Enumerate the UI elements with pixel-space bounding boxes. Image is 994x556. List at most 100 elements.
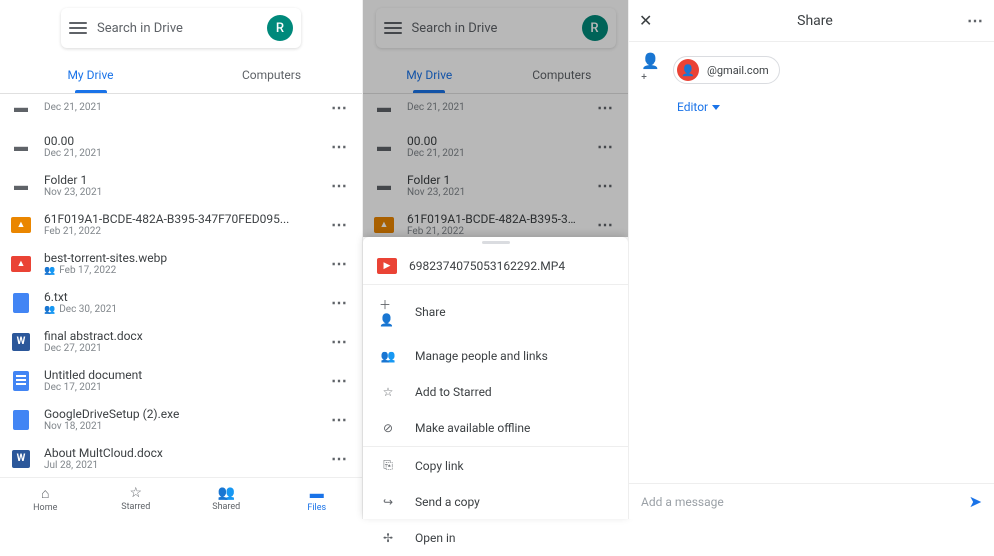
file-info: Dec 21, 2021 xyxy=(44,102,315,113)
sheet-send-copy[interactable]: ↪Send a copy xyxy=(363,484,628,520)
image-icon: ▲ xyxy=(11,217,31,233)
text-file-icon xyxy=(13,293,29,313)
file-row[interactable]: Wfinal abstract.docxDec 27, 2021⋯ xyxy=(0,322,362,361)
nav-files[interactable]: ▬Files xyxy=(272,478,363,519)
more-icon[interactable]: ⋯ xyxy=(967,11,984,30)
more-icon[interactable]: ⋯ xyxy=(327,445,352,472)
sheet-open-in[interactable]: ✢Open in xyxy=(363,520,628,556)
recipient-chip[interactable]: 👤 @gmail.com xyxy=(673,56,780,84)
file-row[interactable]: ▲ best-torrent-sites.webp👥 Feb 17, 2022 ⋯ xyxy=(0,244,362,283)
file-info: 00.00Dec 21, 2021 xyxy=(44,134,315,159)
nav-shared[interactable]: 👥Shared xyxy=(181,478,272,519)
sheet-share[interactable]: ＋👤Share xyxy=(363,285,628,338)
more-icon[interactable]: ⋯ xyxy=(327,94,352,121)
sheet-copy-link[interactable]: ⎘Copy link xyxy=(363,447,628,484)
tab-my-drive[interactable]: My Drive xyxy=(0,56,181,93)
add-person-icon[interactable]: 👤⁺ xyxy=(641,52,661,88)
file-row[interactable]: ▬ Folder 1Nov 23, 2021 ⋯ xyxy=(0,166,362,205)
file-date: Jul 28, 2021 xyxy=(44,460,315,471)
drive-main-panel: Search in Drive R My Drive Computers ▬ De… xyxy=(0,0,363,519)
file-row[interactable]: 6.txt👥 Dec 30, 2021⋯ xyxy=(0,283,362,322)
message-input[interactable]: Add a message xyxy=(641,495,969,509)
more-icon[interactable]: ⋯ xyxy=(327,367,352,394)
file-row[interactable]: ▬ 00.00Dec 21, 2021 ⋯ xyxy=(0,127,362,166)
send-icon[interactable]: ➤ xyxy=(969,492,982,511)
file-row[interactable]: W About MultCloud.docxJul 28, 2021 ⋯ xyxy=(0,439,362,477)
image-icon: ▲ xyxy=(374,217,394,233)
file-date: 👥 Feb 17, 2022 xyxy=(44,265,315,276)
tab-computers[interactable]: Computers xyxy=(181,56,362,93)
sheet-handle[interactable] xyxy=(482,241,510,244)
folder-icon: ▬ xyxy=(377,138,391,155)
more-icon[interactable]: ⋯ xyxy=(327,133,352,160)
file-date: Dec 21, 2021 xyxy=(44,102,315,113)
more-icon[interactable]: ⋯ xyxy=(327,406,352,433)
file-info: Folder 1Nov 23, 2021 xyxy=(407,173,581,198)
more-icon[interactable]: ⋯ xyxy=(327,250,352,277)
file-date: Nov 23, 2021 xyxy=(44,187,315,198)
gdoc-icon xyxy=(13,371,29,391)
file-list-dimmed: ▬Dec 21, 2021⋯▬00.00Dec 21, 2021⋯▬Folder… xyxy=(363,94,628,237)
tab-computers: Computers xyxy=(496,56,629,93)
file-name: About MultCloud.docx xyxy=(44,446,315,460)
copy-icon: ⎘ xyxy=(379,458,397,473)
role-selector[interactable]: Editor xyxy=(677,100,982,114)
folder-icon: ▬ xyxy=(14,138,28,155)
file-list[interactable]: ▬ Dec 21, 2021 ⋯ ▬ 00.00Dec 21, 2021 ⋯ ▬ Folder… xyxy=(0,94,362,477)
sheet-header: ▶ 6982374075053162292.MP4 xyxy=(363,248,628,285)
file-date: Dec 17, 2021 xyxy=(44,382,315,393)
file-name: best-torrent-sites.webp xyxy=(44,251,315,265)
nav-home[interactable]: ⌂Home xyxy=(0,478,91,519)
file-name: Folder 1 xyxy=(407,173,581,187)
recipient-avatar: 👤 xyxy=(677,59,699,81)
file-name: Untitled document xyxy=(44,368,315,382)
sheet-manage[interactable]: 👥Manage people and links xyxy=(363,338,628,374)
file-name: 00.00 xyxy=(44,134,315,148)
word-icon: W xyxy=(12,333,30,351)
more-icon[interactable]: ⋯ xyxy=(327,211,352,238)
chevron-down-icon xyxy=(712,105,720,110)
people-icon: 👥 xyxy=(379,349,397,363)
more-icon[interactable]: ⋯ xyxy=(327,328,352,355)
video-icon: ▶ xyxy=(377,258,397,274)
file-info: GoogleDriveSetup (2).exeNov 18, 2021 xyxy=(44,407,315,432)
folder-icon: ▬ xyxy=(14,99,28,116)
sheet-offline[interactable]: ⊘Make available offline xyxy=(363,410,628,446)
folder-icon: ▬ xyxy=(14,177,28,194)
share-title: Share xyxy=(663,13,967,29)
sheet-star[interactable]: ☆Add to Starred xyxy=(363,374,628,410)
file-info: Untitled documentDec 17, 2021 xyxy=(44,368,315,393)
file-name: Folder 1 xyxy=(44,173,315,187)
role-label: Editor xyxy=(677,100,708,114)
drive-tabs: My Drive Computers xyxy=(363,56,628,94)
file-row[interactable]: ▬ Dec 21, 2021 ⋯ xyxy=(0,94,362,127)
more-icon[interactable]: ⋯ xyxy=(327,172,352,199)
file-row[interactable]: GoogleDriveSetup (2).exeNov 18, 2021 ⋯ xyxy=(0,400,362,439)
word-icon: W xyxy=(12,450,30,468)
menu-icon[interactable] xyxy=(69,22,87,34)
shared-icon: 👥 xyxy=(44,266,55,276)
more-icon: ⋯ xyxy=(593,133,618,160)
offline-icon: ⊘ xyxy=(379,421,397,435)
file-row[interactable]: ▲61F019A1-BCDE-482A-B395-347F70FED095...… xyxy=(0,205,362,244)
file-row: ▬Dec 21, 2021⋯ xyxy=(363,94,628,127)
image-icon: ▲ xyxy=(11,256,31,272)
search-bar[interactable]: Search in Drive R xyxy=(376,8,616,48)
folder-icon: ▬ xyxy=(377,99,391,116)
file-row: ▬Folder 1Nov 23, 2021⋯ xyxy=(363,166,628,205)
search-bar[interactable]: Search in Drive R xyxy=(61,8,301,48)
file-date: Dec 27, 2021 xyxy=(44,343,315,354)
drive-tabs: My Drive Computers xyxy=(0,56,362,94)
send-icon: ↪ xyxy=(379,495,397,509)
more-icon[interactable]: ⋯ xyxy=(327,289,352,316)
account-avatar[interactable]: R xyxy=(267,15,293,41)
more-icon: ⋯ xyxy=(593,94,618,121)
file-date: Nov 23, 2021 xyxy=(407,187,581,198)
search-placeholder: Search in Drive xyxy=(412,21,572,36)
star-icon: ☆ xyxy=(129,485,142,501)
nav-starred[interactable]: ☆Starred xyxy=(91,478,182,519)
close-icon[interactable]: ✕ xyxy=(639,11,663,30)
file-row[interactable]: Untitled documentDec 17, 2021 ⋯ xyxy=(0,361,362,400)
share-header: ✕ Share ⋯ xyxy=(629,0,994,42)
star-icon: ☆ xyxy=(379,385,397,399)
